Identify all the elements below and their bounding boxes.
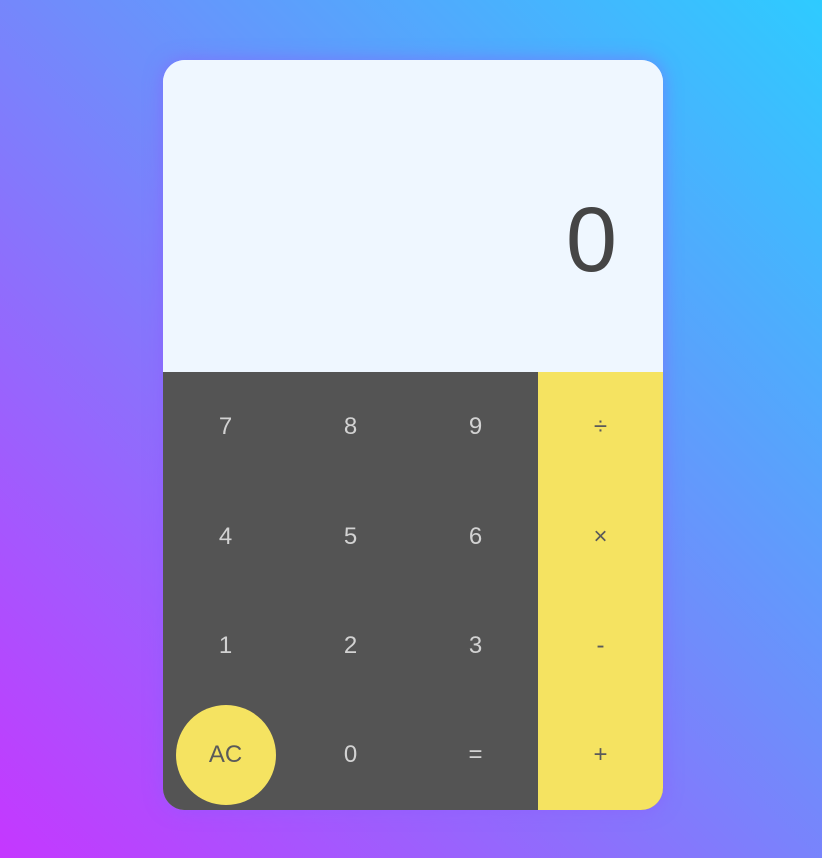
key-7[interactable]: 7 — [163, 372, 288, 482]
key-1[interactable]: 1 — [163, 591, 288, 700]
add-button[interactable]: + — [538, 700, 663, 810]
key-6[interactable]: 6 — [413, 482, 538, 591]
key-0[interactable]: 0 — [288, 700, 413, 810]
key-4[interactable]: 4 — [163, 482, 288, 591]
divide-button[interactable]: ÷ — [538, 372, 663, 482]
key-8[interactable]: 8 — [288, 372, 413, 482]
equals-button[interactable]: = — [413, 700, 538, 810]
calculator-display: 0 — [163, 60, 663, 372]
all-clear-button[interactable]: AC — [175, 705, 276, 805]
multiply-button[interactable]: × — [538, 482, 663, 591]
subtract-button[interactable]: - — [538, 591, 663, 700]
key-5[interactable]: 5 — [288, 482, 413, 591]
keypad: 7 8 9 ÷ 4 5 6 × 1 2 3 - AC 0 = + — [163, 372, 663, 810]
calculator: 0 7 8 9 ÷ 4 5 6 × 1 2 3 - AC 0 = + — [163, 60, 663, 810]
key-3[interactable]: 3 — [413, 591, 538, 700]
clear-key-cell: AC — [163, 700, 288, 810]
key-9[interactable]: 9 — [413, 372, 538, 482]
display-value: 0 — [565, 189, 617, 291]
key-2[interactable]: 2 — [288, 591, 413, 700]
